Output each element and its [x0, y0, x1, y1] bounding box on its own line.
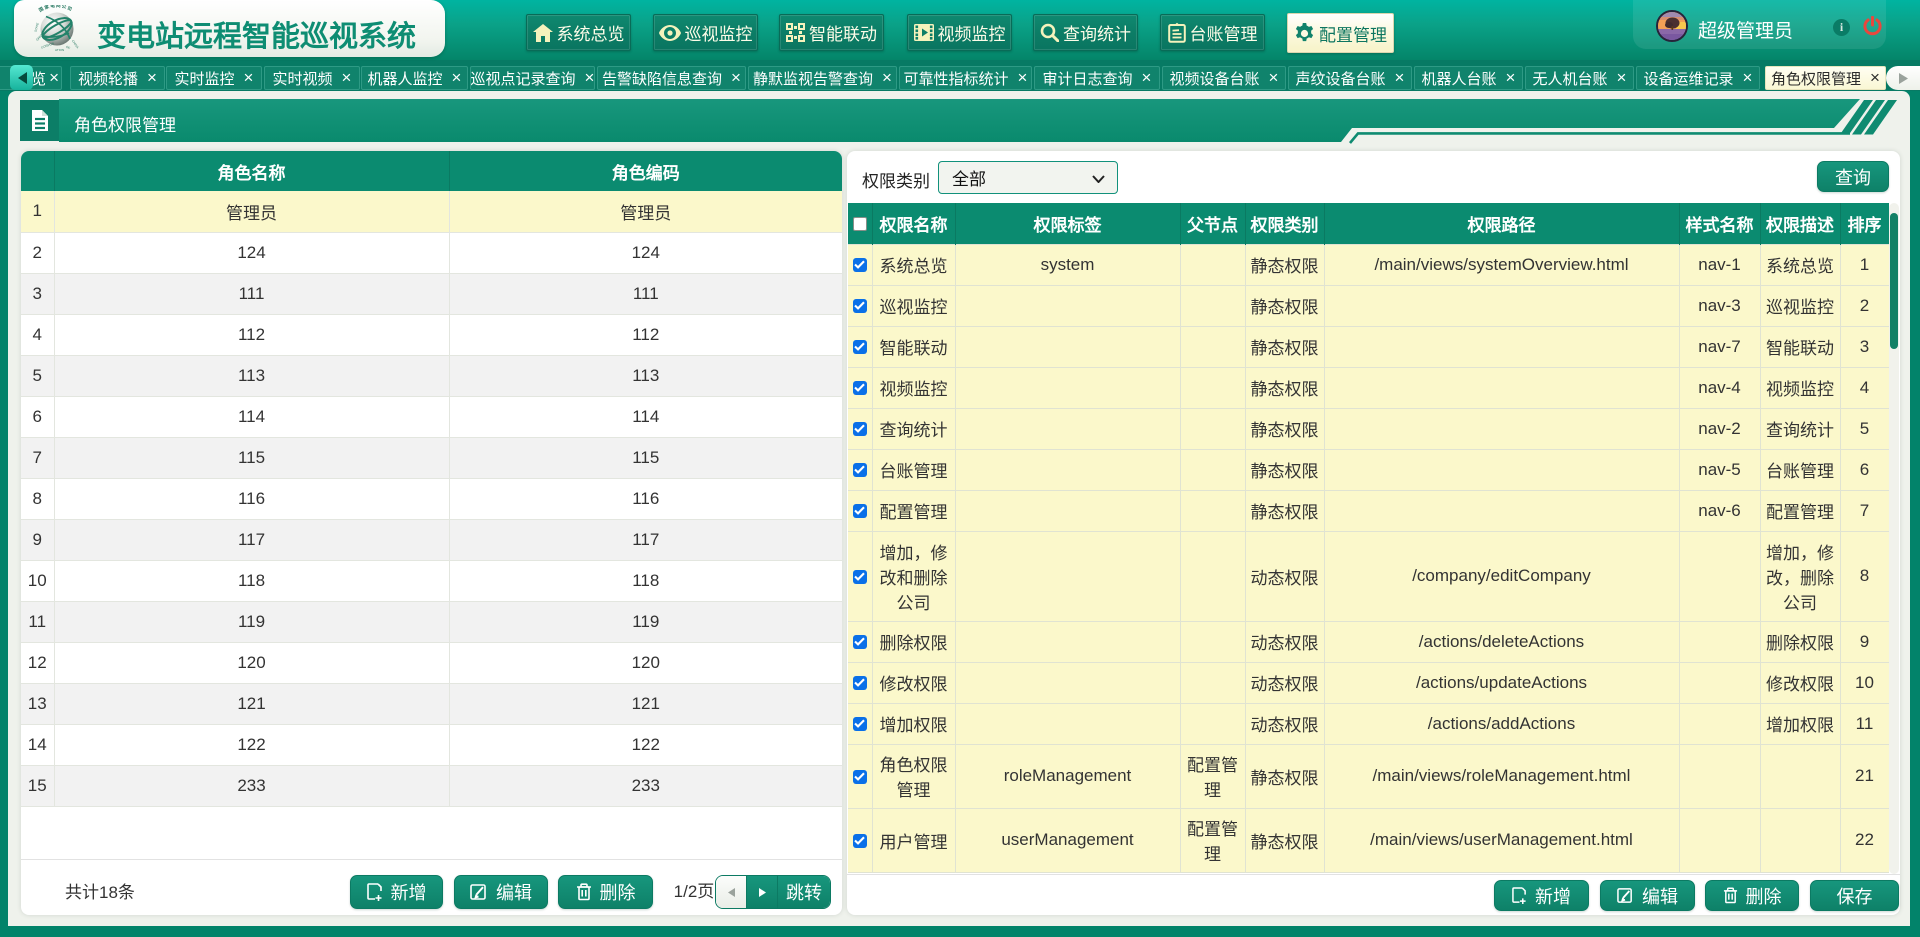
svg-text:CHINA: CHINA: [71, 39, 80, 50]
svg-text:电: 电: [50, 5, 56, 10]
svg-text:OF: OF: [65, 45, 71, 50]
svg-text:司: 司: [66, 5, 73, 13]
svg-text:ATION: ATION: [55, 48, 64, 52]
svg-text:CORPOR: CORPOR: [40, 41, 55, 49]
svg-text:网: 网: [56, 5, 61, 9]
svg-text:STATE: STATE: [34, 22, 40, 32]
